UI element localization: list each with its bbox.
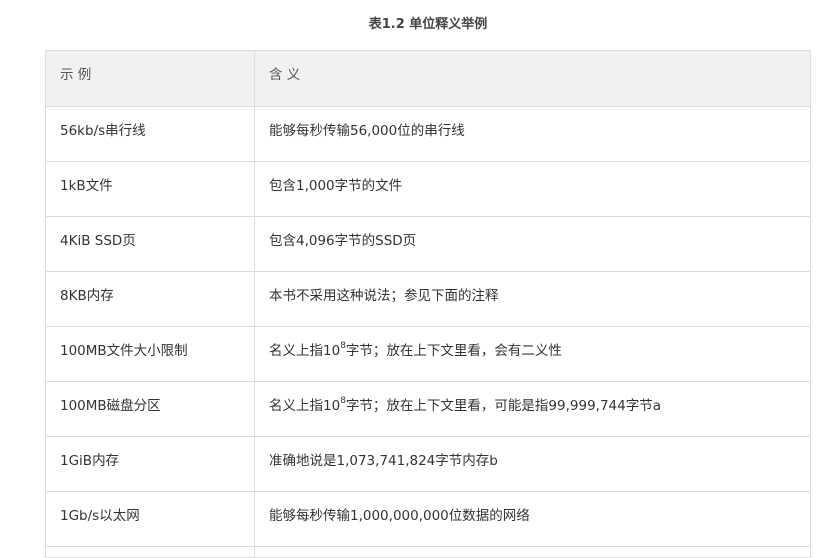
table-row: 8KB内存 本书不采用这种说法；参见下面的注释	[45, 271, 811, 327]
example-cell: 8KB内存	[45, 271, 255, 327]
example-cell	[45, 546, 255, 558]
header-example: 示 例	[45, 50, 255, 107]
table-row: 4KiB SSD页 包含4,096字节的SSD页	[45, 216, 811, 272]
meaning-text: 字节；放在上下文里看，可能是指99,999,744字节a	[345, 398, 661, 414]
header-meaning: 含 义	[254, 50, 811, 107]
meaning-text: 名义上指10	[269, 343, 341, 359]
example-cell: 1kB文件	[45, 161, 255, 217]
example-cell: 100MB文件大小限制	[45, 326, 255, 382]
table-header-row: 示 例 含 义	[45, 50, 811, 107]
table-caption: 表1.2 单位释义举例	[368, 17, 488, 32]
meaning-text: 字节；放在上下文里看，会有二义性	[345, 343, 562, 359]
meaning-cell: 包含1,000字节的文件	[254, 161, 811, 217]
table-row: 56kb/s串行线 能够每秒传输56,000位的串行线	[45, 106, 811, 162]
table-row: 1Gb/s以太网 能够每秒传输1,000,000,000位数据的网络	[45, 491, 811, 547]
table-row: 1kB文件 包含1,000字节的文件	[45, 161, 811, 217]
table-row-partial	[45, 546, 811, 558]
meaning-cell: 名义上指108字节；放在上下文里看，会有二义性	[254, 326, 811, 382]
exponent: 8	[340, 340, 346, 351]
meaning-cell	[254, 546, 811, 558]
table-row: 100MB文件大小限制 名义上指108字节；放在上下文里看，会有二义性	[45, 326, 811, 382]
meaning-cell: 本书不采用这种说法；参见下面的注释	[254, 271, 811, 327]
meaning-cell: 能够每秒传输1,000,000,000位数据的网络	[254, 491, 811, 547]
example-cell: 1GiB内存	[45, 436, 255, 492]
table-row: 100MB磁盘分区 名义上指108字节；放在上下文里看，可能是指99,999,7…	[45, 381, 811, 437]
meaning-text: 名义上指10	[269, 398, 341, 414]
meaning-cell: 准确地说是1,073,741,824字节内存b	[254, 436, 811, 492]
example-cell: 56kb/s串行线	[45, 106, 255, 162]
meaning-cell: 能够每秒传输56,000位的串行线	[254, 106, 811, 162]
example-cell: 4KiB SSD页	[45, 216, 255, 272]
example-cell: 1Gb/s以太网	[45, 491, 255, 547]
meaning-cell: 名义上指108字节；放在上下文里看，可能是指99,999,744字节a	[254, 381, 811, 437]
meaning-cell: 包含4,096字节的SSD页	[254, 216, 811, 272]
exponent: 8	[340, 395, 346, 406]
unit-examples-table: 示 例 含 义 56kb/s串行线 能够每秒传输56,000位的串行线 1kB文…	[45, 50, 811, 558]
table-row: 1GiB内存 准确地说是1,073,741,824字节内存b	[45, 436, 811, 492]
example-cell: 100MB磁盘分区	[45, 381, 255, 437]
